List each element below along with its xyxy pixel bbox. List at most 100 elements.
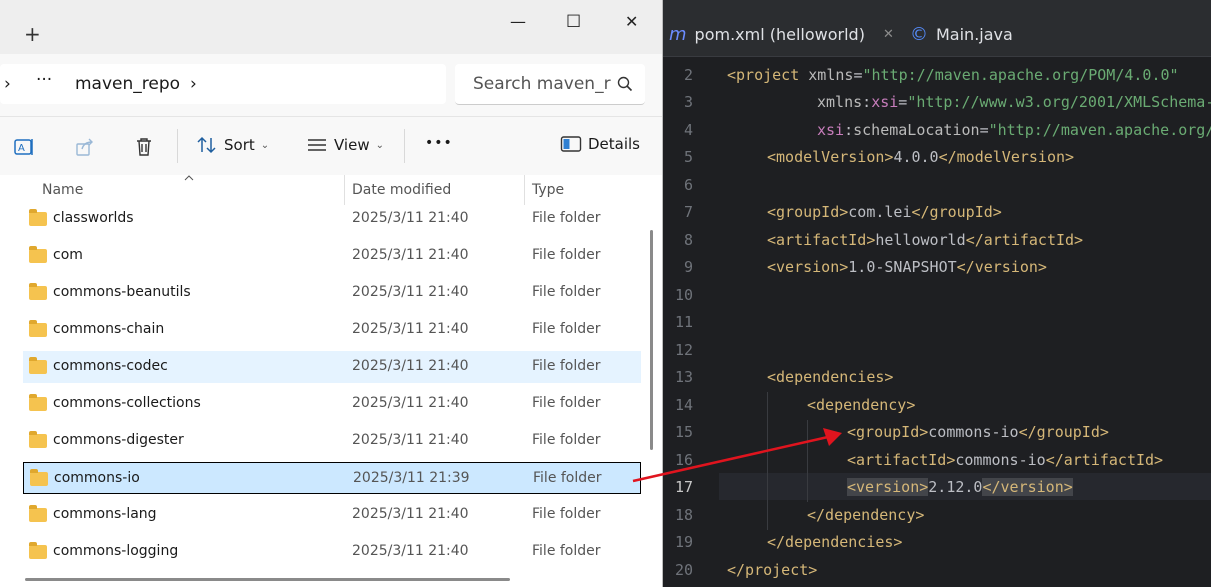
horizontal-scrollbar[interactable] bbox=[25, 578, 510, 581]
explorer-tab-strip: + — ☐ ✕ bbox=[0, 0, 662, 54]
file-type: File folder bbox=[532, 395, 601, 411]
file-type: File folder bbox=[532, 247, 601, 263]
delete-icon[interactable] bbox=[133, 136, 155, 158]
file-name: commons-io bbox=[54, 470, 140, 486]
line-number: 8 bbox=[683, 231, 693, 249]
file-type: File folder bbox=[532, 432, 601, 448]
table-row[interactable]: commons-lang 2025/3/11 21:40 File folder bbox=[23, 499, 641, 531]
code-line: <groupId>commons-io</groupId> bbox=[847, 423, 1109, 441]
column-header-type[interactable]: Type bbox=[532, 182, 564, 198]
file-name: commons-chain bbox=[53, 321, 165, 337]
code-line-current: <version>2.12.0</version> bbox=[847, 478, 1073, 496]
breadcrumb-overflow[interactable]: ··· bbox=[36, 70, 52, 90]
table-row[interactable]: commons-digester 2025/3/11 21:40 File fo… bbox=[23, 425, 641, 457]
folder-icon bbox=[29, 431, 47, 448]
line-number: 13 bbox=[674, 368, 693, 386]
close-icon[interactable]: ✕ bbox=[883, 27, 894, 42]
details-button[interactable]: Details bbox=[560, 135, 640, 153]
vertical-scrollbar[interactable] bbox=[650, 230, 653, 450]
code-line: <groupId>com.lei</groupId> bbox=[767, 203, 1002, 221]
line-number: 16 bbox=[674, 451, 693, 469]
table-row[interactable]: commons-codec 2025/3/11 21:40 File folde… bbox=[23, 351, 641, 383]
table-row[interactable]: commons-beanutils 2025/3/11 21:40 File f… bbox=[23, 277, 641, 309]
breadcrumb-folder[interactable]: maven_repo bbox=[75, 74, 180, 94]
code-line: <artifactId>commons-io</artifactId> bbox=[847, 451, 1164, 469]
line-number: 6 bbox=[683, 176, 693, 194]
code-line: <dependency> bbox=[807, 396, 916, 414]
line-number: 5 bbox=[683, 148, 693, 166]
folder-icon bbox=[29, 505, 47, 522]
table-row[interactable]: commons-logging 2025/3/11 21:40 File fol… bbox=[23, 536, 641, 568]
folder-icon bbox=[29, 357, 47, 374]
table-row-selected[interactable]: commons-io 2025/3/11 21:39 File folder bbox=[23, 462, 641, 494]
column-divider[interactable] bbox=[344, 175, 345, 205]
command-bar: A Sort ⌄ View ⌄ ••• Details bbox=[0, 116, 662, 176]
file-date: 2025/3/11 21:39 bbox=[353, 470, 470, 486]
sort-ascending-icon bbox=[184, 175, 194, 181]
tab-pom-xml[interactable]: m pom.xml (helloworld) ✕ bbox=[669, 24, 894, 45]
line-number: 3 bbox=[683, 93, 693, 111]
line-number: 4 bbox=[683, 121, 693, 139]
tab-label: pom.xml (helloworld) bbox=[694, 25, 865, 44]
code-line: <project xmlns="http://maven.apache.org/… bbox=[727, 66, 1179, 84]
file-date: 2025/3/11 21:40 bbox=[352, 247, 469, 263]
folder-icon bbox=[29, 542, 47, 559]
more-options-button[interactable]: ••• bbox=[425, 135, 453, 151]
details-pane-icon bbox=[560, 136, 582, 152]
column-header-date[interactable]: Date modified bbox=[352, 182, 451, 198]
sort-button[interactable]: Sort ⌄ bbox=[196, 135, 269, 155]
chevron-down-icon: ⌄ bbox=[260, 139, 270, 151]
file-date: 2025/3/11 21:40 bbox=[352, 210, 469, 226]
line-number: 15 bbox=[674, 423, 693, 441]
rename-icon[interactable]: A bbox=[13, 136, 35, 158]
file-name: commons-logging bbox=[53, 543, 179, 559]
file-type: File folder bbox=[533, 470, 602, 486]
search-input[interactable]: Search maven_r bbox=[455, 64, 645, 105]
table-row[interactable]: commons-collections 2025/3/11 21:40 File… bbox=[23, 388, 641, 420]
file-name: com bbox=[53, 247, 83, 263]
folder-icon bbox=[29, 209, 47, 226]
tab-main-java[interactable]: © Main.java bbox=[910, 24, 1013, 45]
view-button[interactable]: View ⌄ bbox=[306, 135, 384, 155]
folder-icon bbox=[29, 320, 47, 337]
line-number: 7 bbox=[683, 203, 693, 221]
close-button[interactable]: ✕ bbox=[625, 12, 638, 31]
svg-text:A: A bbox=[18, 143, 25, 154]
folder-icon bbox=[29, 246, 47, 263]
sort-icon bbox=[197, 136, 216, 154]
line-number-current: 17 bbox=[674, 478, 693, 496]
file-date: 2025/3/11 21:40 bbox=[352, 358, 469, 374]
details-label: Details bbox=[588, 135, 641, 153]
file-name: commons-beanutils bbox=[53, 284, 191, 300]
search-icon bbox=[617, 76, 633, 92]
code-line: <version>1.0-SNAPSHOT</version> bbox=[767, 258, 1047, 276]
column-header-name[interactable]: Name bbox=[42, 182, 83, 198]
line-number: 12 bbox=[674, 341, 693, 359]
file-type: File folder bbox=[532, 321, 601, 337]
file-type: File folder bbox=[532, 358, 601, 374]
new-tab-button[interactable]: + bbox=[24, 22, 41, 46]
line-number: 19 bbox=[674, 533, 693, 551]
maximize-button[interactable]: ☐ bbox=[566, 12, 581, 32]
code-line: <artifactId>helloworld</artifactId> bbox=[767, 231, 1084, 249]
share-icon[interactable] bbox=[74, 136, 96, 158]
column-divider[interactable] bbox=[524, 175, 525, 205]
breadcrumb[interactable]: › ··· maven_repo › bbox=[0, 64, 446, 104]
ide-editor-window: m pom.xml (helloworld) ✕ © Main.java 2 3… bbox=[663, 0, 1211, 587]
folder-icon bbox=[29, 394, 47, 411]
view-label: View bbox=[334, 136, 370, 154]
chevron-right-icon[interactable]: › bbox=[190, 74, 197, 94]
file-date: 2025/3/11 21:40 bbox=[352, 321, 469, 337]
table-row[interactable]: classworlds 2025/3/11 21:40 File folder bbox=[23, 203, 641, 235]
table-row[interactable]: commons-chain 2025/3/11 21:40 File folde… bbox=[23, 314, 641, 346]
code-line: <dependencies> bbox=[767, 368, 894, 386]
line-number: 9 bbox=[683, 258, 693, 276]
code-line: xmlns:xsi="http://www.w3.org/2001/XMLSch… bbox=[817, 93, 1211, 111]
table-row[interactable]: com 2025/3/11 21:40 File folder bbox=[23, 240, 641, 272]
chevron-right-icon[interactable]: › bbox=[4, 74, 11, 94]
indent-guide bbox=[807, 420, 808, 502]
minimize-button[interactable]: — bbox=[510, 12, 526, 31]
code-line: </project> bbox=[727, 561, 818, 579]
file-date: 2025/3/11 21:40 bbox=[352, 506, 469, 522]
file-list: Name Date modified Type classworlds 2025… bbox=[0, 175, 662, 587]
